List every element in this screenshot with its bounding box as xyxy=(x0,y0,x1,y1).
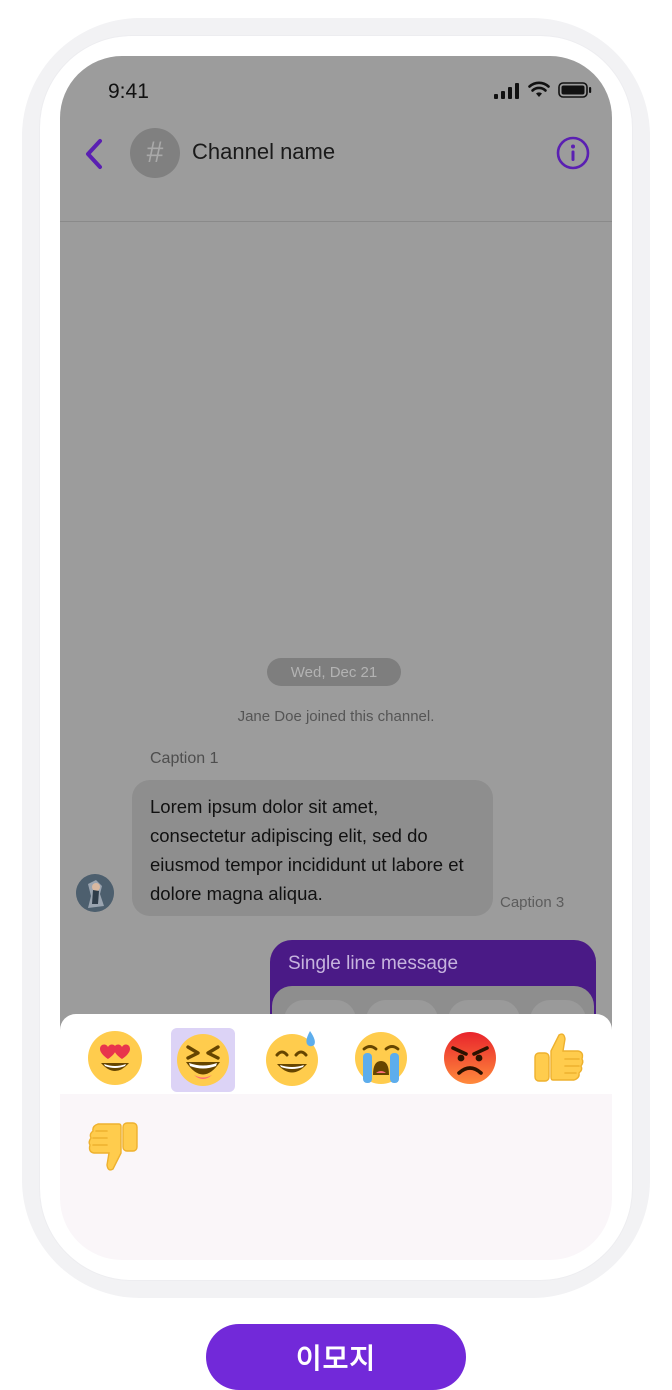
heart-eyes-emoji-icon xyxy=(88,1031,142,1085)
message-caption-side: Caption 3 xyxy=(500,894,565,911)
cellular-signal-icon xyxy=(494,83,519,99)
device-screen: 9:41 # Channel name Wed, Dec 21 Jane Doe… xyxy=(60,56,612,1260)
thumbs-up-emoji-icon xyxy=(534,1033,584,1082)
hash-icon: # xyxy=(146,136,164,169)
incoming-message-text: Lorem ipsum dolor sit amet, consectetur … xyxy=(150,796,464,904)
channel-title[interactable]: Channel name xyxy=(192,139,335,165)
emoji-crying[interactable] xyxy=(349,1026,413,1090)
emoji-sweat-smile[interactable] xyxy=(260,1026,324,1090)
status-time: 9:41 xyxy=(108,80,149,103)
emoji-laughing[interactable] xyxy=(171,1028,235,1092)
message-caption-top: Caption 1 xyxy=(150,750,219,767)
back-chevron-icon[interactable] xyxy=(82,136,108,172)
battery-icon xyxy=(558,82,592,98)
crying-emoji-icon xyxy=(355,1032,407,1084)
system-message: Jane Doe joined this channel. xyxy=(237,708,435,725)
device-frame: 9:41 # Channel name Wed, Dec 21 Jane Doe… xyxy=(40,36,632,1280)
emoji-thumbs-down[interactable] xyxy=(82,1114,146,1178)
outgoing-message-text: Single line message xyxy=(288,953,459,974)
emoji-thumbs-up[interactable] xyxy=(526,1026,590,1090)
angry-emoji-icon xyxy=(444,1032,496,1084)
laughing-emoji-icon xyxy=(177,1034,229,1086)
user-avatar[interactable] xyxy=(76,874,114,912)
incoming-message-bubble[interactable]: Lorem ipsum dolor sit amet, consectetur … xyxy=(132,780,493,916)
info-icon[interactable] xyxy=(556,136,590,170)
wifi-icon xyxy=(528,81,550,97)
sweat-smile-emoji-icon xyxy=(266,1031,318,1086)
status-bar: 9:41 xyxy=(60,56,612,126)
emoji-angry[interactable] xyxy=(438,1026,502,1090)
dimmed-chat-background[interactable]: 9:41 # Channel name Wed, Dec 21 Jane Doe… xyxy=(60,56,612,1060)
emoji-heart-eyes[interactable] xyxy=(83,1026,147,1090)
channel-avatar[interactable]: # xyxy=(130,128,180,178)
emoji-label-button[interactable]: 이모지 xyxy=(206,1324,466,1390)
stage: 9:41 # Channel name Wed, Dec 21 Jane Doe… xyxy=(0,0,672,1390)
thumbs-down-emoji-icon xyxy=(88,1122,138,1171)
date-separator: Wed, Dec 21 xyxy=(267,658,401,686)
